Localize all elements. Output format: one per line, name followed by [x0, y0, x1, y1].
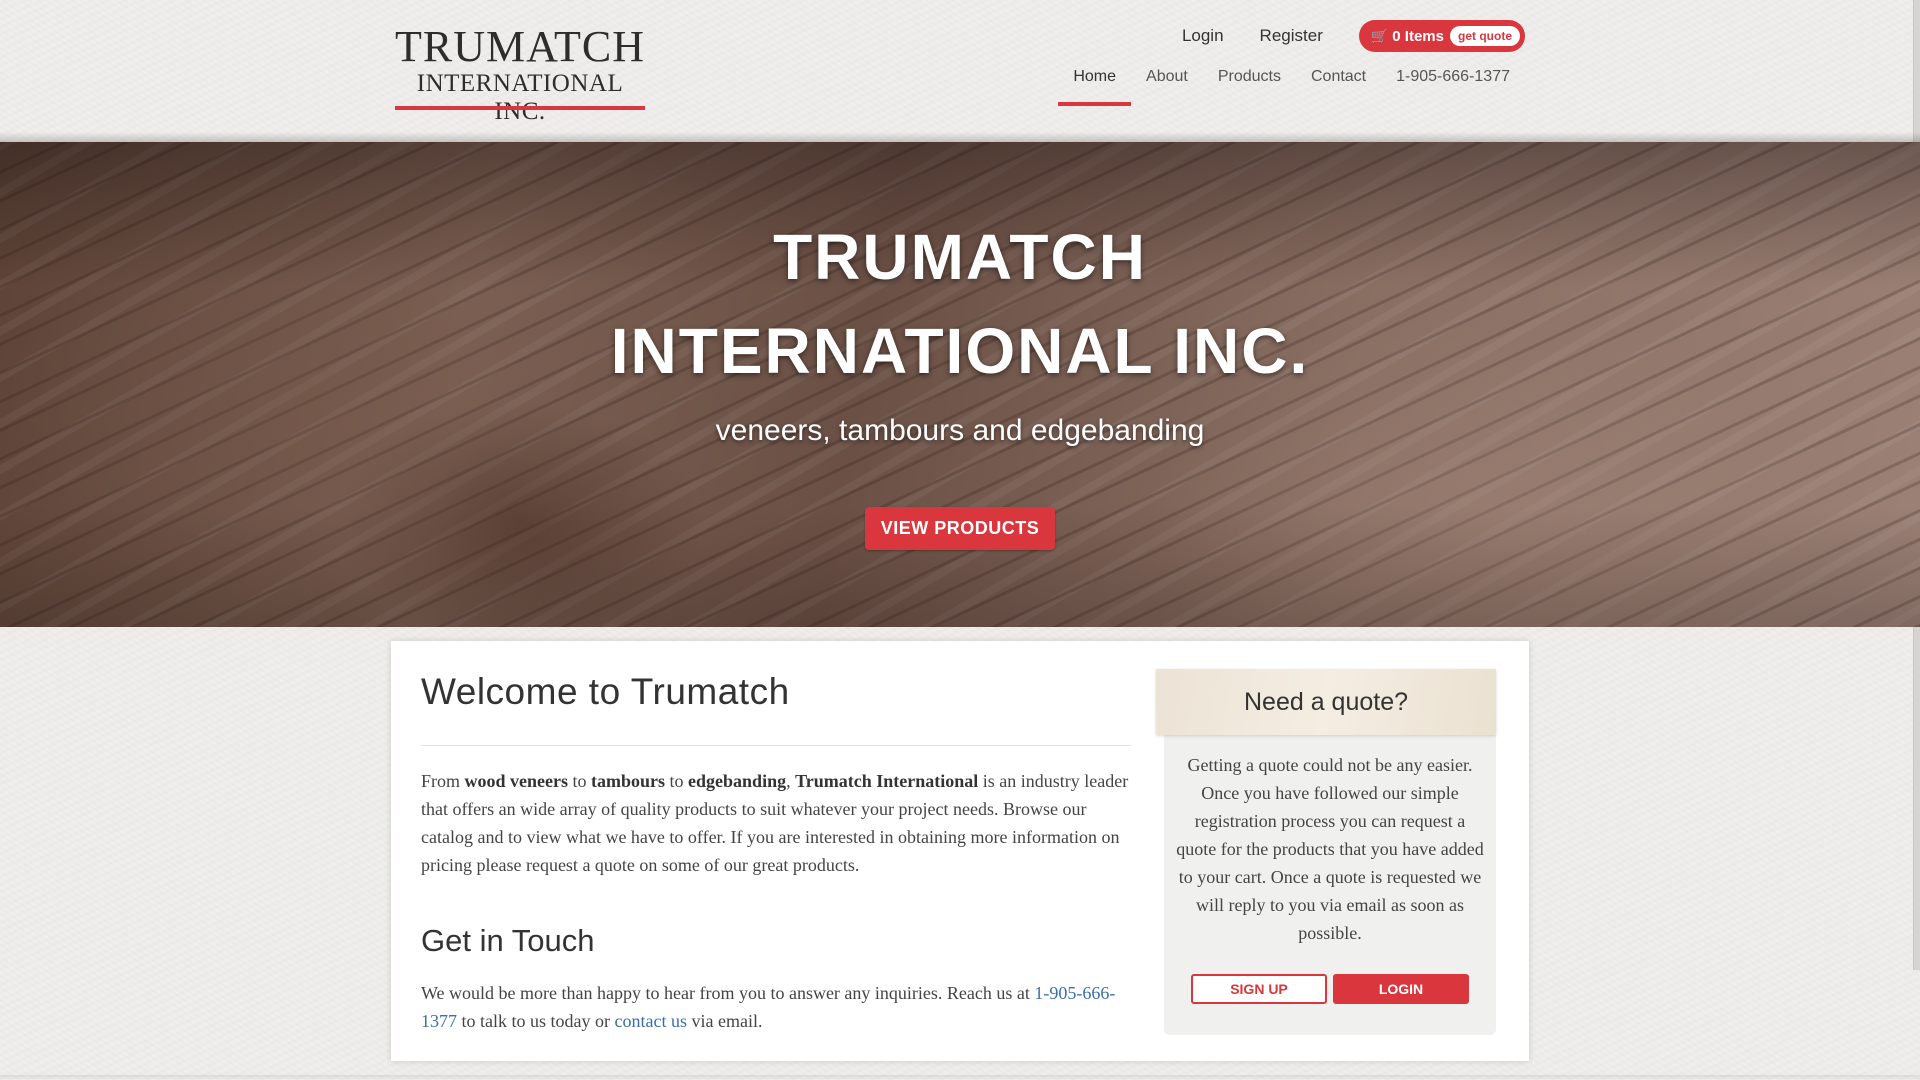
nav-phone[interactable]: 1-905-666-1377	[1381, 60, 1525, 106]
get-in-touch-text: We would be more than happy to hear from…	[421, 979, 1136, 1035]
quote-buttons: SIGN UP LOGIN	[1191, 974, 1469, 1004]
contact-us-link[interactable]: contact us	[614, 1011, 686, 1031]
get-quote-chip[interactable]: get quote	[1450, 26, 1520, 46]
logo-line2: INTERNATIONAL INC.	[416, 70, 624, 125]
quote-text: Getting a quote could not be any easier.…	[1176, 755, 1484, 943]
intro-bold-edgebanding: edgebanding	[688, 771, 787, 791]
touch-text: via email.	[686, 1011, 763, 1031]
footer-shadow	[0, 1075, 1920, 1080]
sign-up-button[interactable]: SIGN UP	[1191, 974, 1327, 1004]
view-products-button[interactable]: VIEW PRODUCTS	[865, 507, 1055, 550]
quote-title: Need a quote?	[1156, 669, 1496, 735]
content-card: Welcome to Trumatch From wood veneers to…	[391, 641, 1529, 1061]
nav-products[interactable]: Products	[1203, 60, 1296, 106]
login-link[interactable]: Login	[1182, 26, 1224, 46]
touch-text: to talk to us today or	[457, 1011, 615, 1031]
get-in-touch-title: Get in Touch	[421, 923, 595, 958]
intro-text: to	[568, 771, 592, 791]
quote-panel: Need a quote? Getting a quote could not …	[1156, 669, 1496, 1035]
intro-text: From	[421, 771, 465, 791]
intro-bold-veneers: wood veneers	[464, 771, 568, 791]
hero-title-line2: INTERNATIONAL INC.	[610, 315, 1310, 387]
nav-home[interactable]: Home	[1058, 60, 1131, 106]
logo-underline	[395, 106, 645, 110]
top-links: Login Register 🛒 0 Items get quote	[1182, 19, 1525, 53]
cart-button[interactable]: 🛒 0 Items get quote	[1358, 20, 1525, 52]
intro-text: to	[665, 771, 689, 791]
intro-paragraph: From wood veneers to tambours to edgeban…	[421, 767, 1136, 879]
welcome-title: Welcome to Trumatch	[421, 671, 790, 712]
header-shadow	[0, 132, 1920, 142]
intro-text: ,	[786, 771, 796, 791]
cart-icon: 🛒	[1370, 27, 1389, 44]
intro-bold-tambours: tambours	[591, 771, 666, 791]
register-link[interactable]: Register	[1260, 26, 1323, 46]
intro-bold-company: Trumatch International	[795, 771, 979, 791]
hero-banner: TRUMATCH INTERNATIONAL INC. veneers, tam…	[0, 142, 1920, 627]
cart-count: 0 Items	[1392, 27, 1444, 45]
hero-title-line1: TRUMATCH	[773, 221, 1147, 293]
hero-subtitle: veneers, tambours and edgebanding	[715, 414, 1205, 447]
nav-about[interactable]: About	[1131, 60, 1203, 106]
main-nav: Home About Products Contact 1-905-666-13…	[1058, 60, 1525, 106]
nav-contact[interactable]: Contact	[1296, 60, 1381, 106]
touch-text: We would be more than happy to hear from…	[421, 983, 1035, 1003]
logo-line1: TRUMATCH	[395, 22, 646, 71]
divider	[421, 745, 1131, 746]
hero-title: TRUMATCH INTERNATIONAL INC.	[0, 210, 1920, 398]
quote-login-button[interactable]: LOGIN	[1333, 974, 1469, 1004]
site-logo[interactable]: TRUMATCH INTERNATIONAL INC.	[395, 22, 646, 125]
